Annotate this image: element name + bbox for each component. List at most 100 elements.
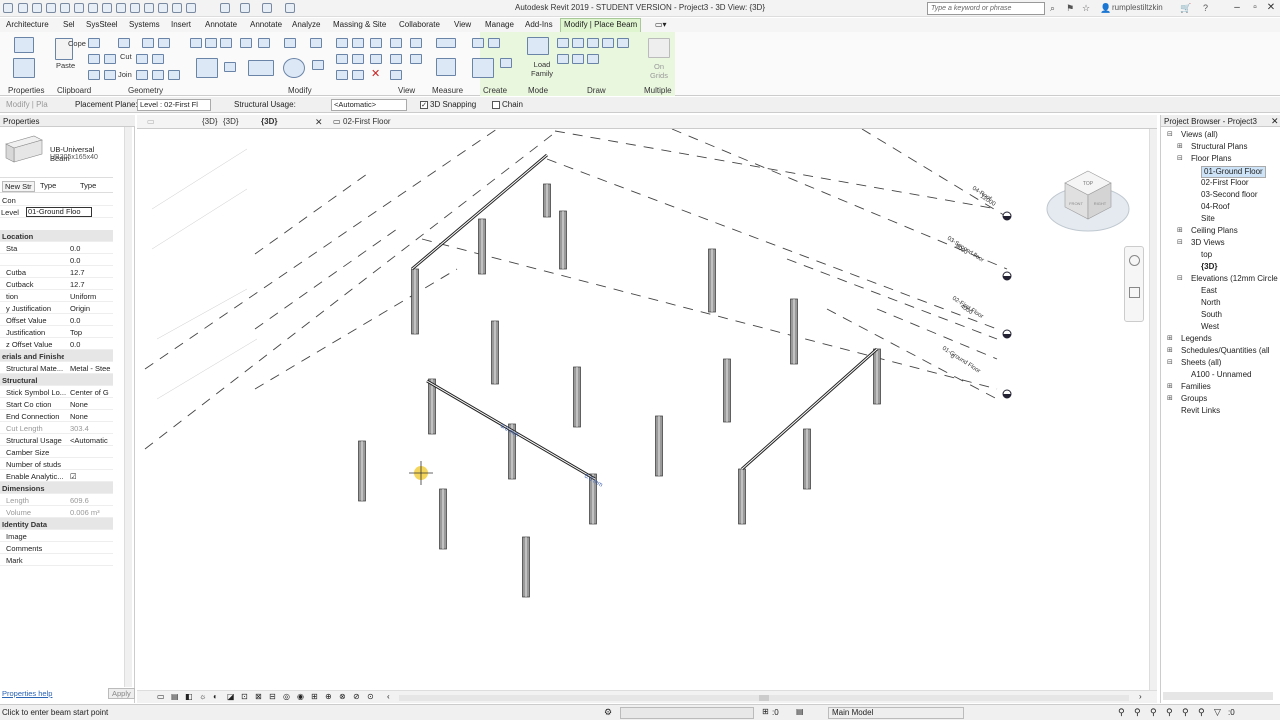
- align-icon[interactable]: [190, 38, 202, 48]
- pin-2-icon[interactable]: [336, 70, 348, 80]
- property-row[interactable]: Image: [0, 530, 113, 542]
- detail-level-icon[interactable]: ▤: [171, 692, 179, 701]
- on-grids-icon[interactable]: [648, 38, 670, 58]
- ribbon-toggle-icon[interactable]: ▭▾: [652, 19, 670, 30]
- property-row[interactable]: Justification Top: [0, 326, 113, 338]
- create-similar-icon[interactable]: [472, 38, 484, 48]
- property-row[interactable]: Stick Symbol Lo... Center of G: [0, 386, 113, 398]
- search-icon[interactable]: ⌕: [1050, 3, 1055, 14]
- menu-tab-12[interactable]: Add-Ins: [522, 19, 556, 30]
- properties-help-link[interactable]: Properties help: [2, 689, 52, 698]
- property-value[interactable]: None: [70, 400, 113, 409]
- array-icon[interactable]: [248, 60, 274, 76]
- properties-icon[interactable]: [13, 58, 35, 78]
- array-linear-icon[interactable]: [336, 54, 348, 64]
- view-tab-2[interactable]: {3D}: [223, 117, 239, 126]
- pick-lines-icon[interactable]: [587, 54, 599, 64]
- property-row[interactable]: z Offset Value 0.0: [0, 338, 113, 350]
- menu-tab-7[interactable]: Analyze: [289, 19, 323, 30]
- cut-geometry-icon[interactable]: [104, 54, 116, 64]
- property-row[interactable]: Camber Size: [0, 446, 113, 458]
- sun-path-icon[interactable]: ☼: [199, 692, 206, 701]
- workset-icon[interactable]: ⚙: [604, 707, 612, 718]
- property-row[interactable]: Structural Mate... Metal - Stee: [0, 362, 113, 374]
- browser-horizontal-scrollbar[interactable]: [1163, 692, 1273, 700]
- browser-item[interactable]: Elevations (12mm Circle: [1191, 274, 1278, 283]
- arc-tangent-icon[interactable]: [602, 38, 614, 48]
- property-value[interactable]: 609.6: [70, 496, 113, 505]
- demolish-icon[interactable]: [152, 54, 164, 64]
- expand-icon[interactable]: ⊞: [1167, 334, 1173, 342]
- property-row[interactable]: Cutback 12.7: [0, 278, 113, 290]
- unpin-2-icon[interactable]: [352, 70, 364, 80]
- on-grids-label[interactable]: On Grids: [648, 62, 670, 80]
- arc-center-icon[interactable]: [587, 38, 599, 48]
- create-group-icon[interactable]: [472, 58, 494, 78]
- menu-tab-9[interactable]: Collaborate: [396, 19, 443, 30]
- lock-view-icon[interactable]: ⊟: [269, 692, 276, 701]
- scale-icon[interactable]: [312, 60, 324, 70]
- menu-tab-5[interactable]: Annotate: [202, 19, 240, 30]
- delete-x-icon[interactable]: ✕: [371, 67, 380, 80]
- close-tab-icon[interactable]: ✕: [315, 117, 323, 128]
- chevron-right-icon[interactable]: ›: [1139, 692, 1142, 701]
- subscription-icon[interactable]: ⚑: [1066, 3, 1074, 14]
- chain-checkbox[interactable]: Chain: [492, 100, 523, 109]
- worksharing-icon[interactable]: ⊘: [353, 692, 360, 701]
- collapse-icon[interactable]: ⊟: [1167, 130, 1173, 138]
- property-value[interactable]: Origin: [70, 304, 113, 313]
- help-icon[interactable]: ?: [1203, 3, 1208, 13]
- 3d-view-canvas[interactable]: 04-Roof1200003-Second floor800002-First …: [137, 128, 1157, 691]
- remove-paint-icon[interactable]: [152, 70, 164, 80]
- filter-status-icon[interactable]: ▽: [1214, 707, 1221, 718]
- mirror-axis-icon[interactable]: [220, 38, 232, 48]
- cut-profile-icon[interactable]: [390, 70, 402, 80]
- browser-item[interactable]: 03-Second floor: [1201, 190, 1257, 199]
- property-value[interactable]: None: [70, 412, 113, 421]
- wall-joins-icon[interactable]: [118, 38, 130, 48]
- load-family-label[interactable]: Load Family: [530, 60, 554, 78]
- editing-requests-icon[interactable]: ▤: [796, 707, 804, 716]
- collapse-icon[interactable]: ⊟: [1177, 274, 1183, 282]
- menu-tab-10[interactable]: View: [451, 19, 474, 30]
- filter-icon[interactable]: [390, 38, 402, 48]
- hide-element-icon[interactable]: [410, 38, 422, 48]
- property-row[interactable]: End Connection None: [0, 410, 113, 422]
- view-tab-hidden-title[interactable]: ▭: [147, 117, 155, 126]
- property-value[interactable]: Metal - Stee: [70, 364, 113, 373]
- browser-item[interactable]: 04-Roof: [1201, 202, 1229, 211]
- property-row[interactable]: Enable Analytic... ☑: [0, 470, 113, 482]
- design-option-select[interactable]: Main Model: [828, 707, 964, 719]
- cart-icon[interactable]: 🛒: [1180, 3, 1191, 14]
- property-value[interactable]: <Automatic: [70, 436, 113, 445]
- drag-elements-icon[interactable]: ⚲: [1182, 707, 1189, 718]
- analytical-model-icon[interactable]: ⊕: [325, 692, 332, 701]
- menu-tab-6[interactable]: Annotate: [247, 19, 285, 30]
- browser-item[interactable]: Groups: [1181, 394, 1207, 403]
- background-processes-icon[interactable]: ⚲: [1198, 707, 1205, 718]
- menu-tab-13[interactable]: Modify | Place Beam: [560, 18, 642, 32]
- properties-scrollbar[interactable]: [124, 127, 132, 687]
- create-assembly-icon[interactable]: [500, 58, 512, 68]
- property-row[interactable]: Offset Value 0.0: [0, 314, 113, 326]
- cope-label[interactable]: Cope: [68, 39, 86, 48]
- browser-item[interactable]: Legends: [1181, 334, 1212, 343]
- copy-icon[interactable]: [88, 38, 100, 48]
- level-elevation[interactable]: 8000: [954, 244, 969, 257]
- type-select[interactable]: Type: [40, 181, 56, 190]
- property-value[interactable]: 0.0: [70, 316, 113, 325]
- property-row[interactable]: Start Co ction None: [0, 398, 113, 410]
- browser-item[interactable]: 3D Views: [1191, 238, 1225, 247]
- property-row[interactable]: Volume 0.006 m³: [0, 506, 113, 518]
- property-row[interactable]: Length 609.6: [0, 494, 113, 506]
- property-value[interactable]: 0.0: [70, 256, 113, 265]
- expand-icon[interactable]: ⊞: [1167, 394, 1173, 402]
- placement-plane-select[interactable]: Level : 02-First Fl: [137, 99, 211, 111]
- zoom-icon[interactable]: [1129, 287, 1140, 298]
- level-name[interactable]: 01-Ground Floor: [941, 346, 981, 375]
- cut-icon[interactable]: [88, 54, 100, 64]
- browser-item[interactable]: Families: [1181, 382, 1211, 391]
- edit-type-button[interactable]: Type: [80, 181, 96, 190]
- browser-item[interactable]: South: [1201, 310, 1222, 319]
- select-pinned-icon[interactable]: ⚲: [1150, 707, 1157, 718]
